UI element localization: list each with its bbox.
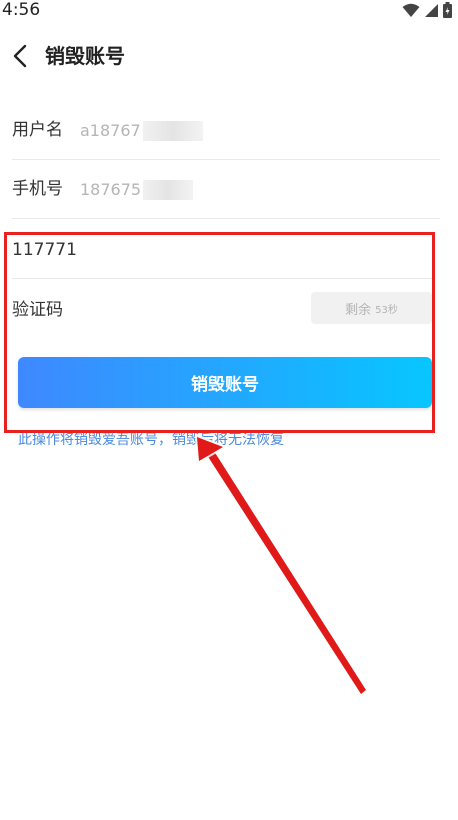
signal-icon — [424, 3, 439, 22]
warning-text: 此操作将销毁爱吾账号，销毁后将无法恢复 — [18, 432, 284, 448]
page-title: 销毁账号 — [45, 44, 125, 68]
username-label: 用户名 — [12, 120, 63, 140]
battery-icon — [443, 2, 452, 22]
username-privacy-mask — [143, 121, 203, 141]
status-bar: 4:56 — [0, 0, 458, 22]
verification-code-input[interactable] — [12, 232, 432, 268]
verification-code-label: 验证码 — [12, 300, 63, 320]
resend-countdown-button[interactable]: 剩余 53秒 — [311, 292, 432, 324]
phone-value: 187675 — [80, 180, 142, 199]
nav-bar: 销毁账号 — [0, 36, 458, 76]
username-value: a18767 — [80, 121, 141, 140]
username-row: 用户名 a18767 — [12, 100, 440, 160]
back-arrow-icon[interactable] — [10, 42, 32, 70]
wifi-icon — [402, 3, 420, 22]
phone-privacy-mask — [143, 180, 193, 200]
divider — [12, 278, 432, 279]
status-icons — [402, 2, 452, 22]
countdown-label: 剩余 — [345, 302, 372, 318]
countdown-seconds: 53秒 — [375, 304, 398, 316]
phone-row: 手机号 187675 — [12, 159, 440, 219]
phone-label: 手机号 — [12, 179, 63, 199]
status-time: 4:56 — [2, 0, 41, 20]
destroy-account-button[interactable]: 销毁账号 — [18, 357, 432, 408]
